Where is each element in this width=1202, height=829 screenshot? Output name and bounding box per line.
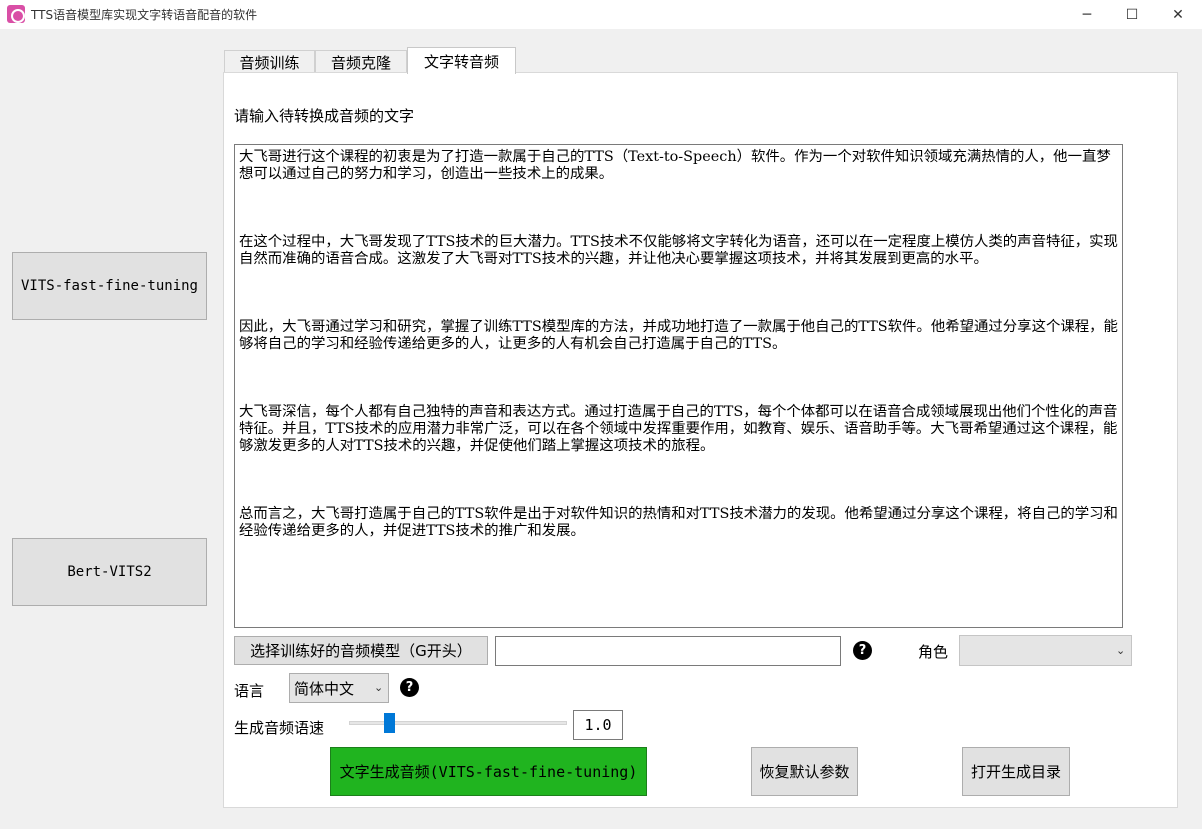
model-path-field[interactable]: [495, 636, 841, 666]
speed-slider-thumb[interactable]: [384, 713, 396, 733]
generate-audio-button[interactable]: 文字生成音频(VITS-fast-fine-tuning): [330, 747, 647, 796]
minimize-button[interactable]: ─: [1064, 0, 1110, 29]
title-bar: TTS语音模型库实现文字转语音配音的软件 ─ ☐ ✕: [0, 0, 1202, 29]
app-icon: [7, 5, 25, 23]
speed-value-field[interactable]: 1.0: [573, 710, 623, 740]
prompt-label: 请输入待转换成音频的文字: [234, 107, 415, 125]
tab-audio-training[interactable]: 音频训练: [224, 50, 315, 73]
sidebar-vits-fast-fine-tuning-button[interactable]: VITS-fast-fine-tuning: [12, 252, 207, 320]
maximize-button[interactable]: ☐: [1109, 0, 1155, 29]
text-paragraph: 总而言之，大飞哥打造属于自己的TTS软件是出于对软件知识的热情和对TTS技术潜力…: [239, 506, 1118, 539]
language-value: 简体中文: [294, 679, 355, 698]
text-input-area[interactable]: 大飞哥进行这个课程的初衷是为了打造一款属于自己的TTS（Text-to-Spee…: [234, 144, 1123, 628]
text-paragraph: 在这个过程中，大飞哥发现了TTS技术的巨大潜力。TTS技术不仅能够将文字转化为语…: [239, 234, 1118, 267]
select-model-button[interactable]: 选择训练好的音频模型（G开头）: [234, 636, 488, 665]
chevron-down-icon: ⌄: [1116, 644, 1126, 657]
sidebar-bert-vits2-button[interactable]: Bert-VITS2: [12, 538, 207, 606]
tab-text-to-audio[interactable]: 文字转音频: [407, 47, 516, 74]
tab-audio-clone[interactable]: 音频克隆: [315, 50, 407, 73]
role-select[interactable]: ⌄: [959, 635, 1132, 666]
speed-slider-track[interactable]: [349, 721, 567, 725]
help-icon[interactable]: ?: [400, 678, 419, 697]
open-output-dir-button[interactable]: 打开生成目录: [962, 747, 1070, 796]
close-button[interactable]: ✕: [1155, 0, 1201, 29]
speed-label: 生成音频语速: [234, 719, 325, 737]
text-paragraph: 因此，大飞哥通过学习和研究，掌握了训练TTS模型库的方法，并成功地打造了一款属于…: [239, 319, 1118, 352]
language-label: 语言: [234, 682, 265, 700]
reset-defaults-button[interactable]: 恢复默认参数: [751, 747, 858, 796]
text-paragraph: 大飞哥进行这个课程的初衷是为了打造一款属于自己的TTS（Text-to-Spee…: [239, 149, 1111, 182]
role-label: 角色: [918, 643, 949, 661]
window-title: TTS语音模型库实现文字转语音配音的软件: [31, 8, 258, 22]
text-paragraph: 大飞哥深信，每个人都有自己独特的声音和表达方式。通过打造属于自己的TTS，每个个…: [239, 404, 1118, 454]
help-icon[interactable]: ?: [853, 641, 872, 660]
language-select[interactable]: 简体中文 ⌄: [289, 673, 389, 703]
chevron-down-icon: ⌄: [374, 681, 384, 694]
